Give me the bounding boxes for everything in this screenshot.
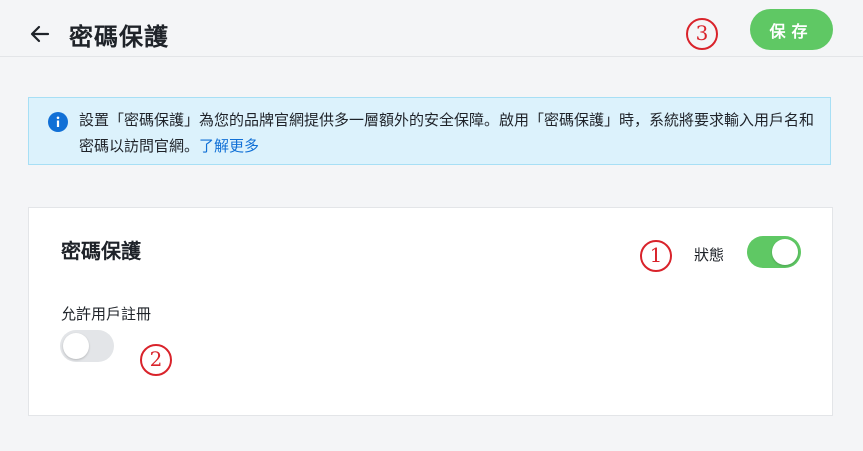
page-header: 密碼保護 3 保存 [0,0,863,57]
notice-text: 設置「密碼保護」為您的品牌官網提供多一層額外的安全保障。啟用「密碼保護」時，系統… [79,111,815,155]
save-button[interactable]: 保存 [750,9,833,50]
allow-registration-toggle[interactable] [60,330,114,362]
toggle-knob [63,333,89,359]
annotation-marker-2: 2 [140,344,172,376]
annotation-marker-1: 1 [640,240,672,272]
learn-more-link[interactable]: 了解更多 [199,137,259,155]
toggle-knob [772,239,798,265]
info-notice: 設置「密碼保護」為您的品牌官網提供多一層額外的安全保障。啟用「密碼保護」時，系統… [28,97,831,165]
password-protection-card: 密碼保護 1 狀態 允許用戶註冊 2 [28,207,833,416]
page-title: 密碼保護 [69,23,169,51]
allow-registration-label: 允許用戶註冊 [61,305,152,323]
status-toggle[interactable] [747,236,801,268]
annotation-marker-3: 3 [686,18,718,50]
notice-text-block: 設置「密碼保護」為您的品牌官網提供多一層額外的安全保障。啟用「密碼保護」時，系統… [79,107,819,159]
back-arrow-icon[interactable] [28,22,52,46]
card-title: 密碼保護 [61,239,141,263]
status-label: 狀態 [694,246,725,264]
info-icon [48,112,68,132]
